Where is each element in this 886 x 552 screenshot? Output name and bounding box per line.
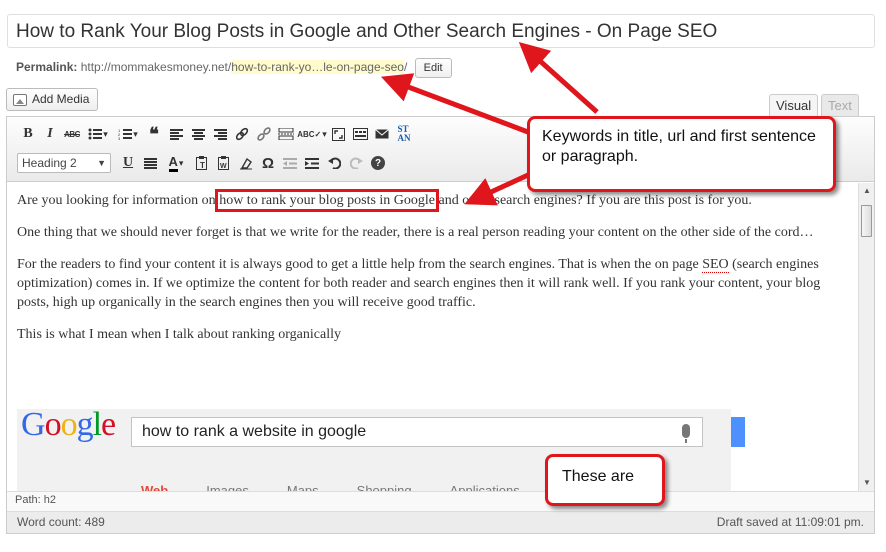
google-logo: Google [21, 408, 116, 442]
insert-more-icon[interactable] [275, 123, 297, 145]
help-icon[interactable]: ? [367, 152, 389, 174]
svg-text:T: T [200, 161, 205, 170]
permalink-label: Permalink: [16, 60, 78, 74]
content-paragraph-3: For the readers to find your content it … [17, 255, 848, 312]
google-search-box: how to rank a website in google [131, 417, 703, 447]
unlink-icon[interactable] [253, 123, 275, 145]
google-tab: Images [206, 483, 249, 491]
editor-content[interactable]: Are you looking for information on how t… [7, 183, 858, 491]
google-search-button [731, 417, 745, 447]
email-icon[interactable] [371, 123, 393, 145]
word-count: Word count: 489 [17, 515, 105, 529]
permalink-base: http://mommakesmoney.net/ [80, 60, 232, 74]
post-title-input[interactable]: How to Rank Your Blog Posts in Google an… [7, 14, 875, 48]
p3-text-before: For the readers to find your content it … [17, 257, 703, 272]
logo-letter: g [76, 406, 94, 443]
add-media-button[interactable]: Add Media [6, 88, 99, 111]
content-paragraph-1: Are you looking for information on how t… [17, 189, 848, 212]
outdent-icon[interactable] [279, 152, 301, 174]
add-media-label: Add Media [32, 92, 90, 106]
text-color-icon[interactable]: A [161, 152, 191, 174]
kitchen-sink-icon[interactable] [349, 123, 371, 145]
paste-text-icon[interactable]: T [191, 152, 213, 174]
scroll-thumb[interactable] [861, 205, 872, 237]
strikethrough-icon[interactable]: ABC [61, 123, 83, 145]
justify-icon[interactable] [139, 152, 161, 174]
format-select[interactable]: Heading 2 ▼ [17, 153, 111, 173]
element-path: Path: h2 [7, 491, 874, 511]
content-paragraph-4: This is what I mean when I talk about ra… [17, 327, 341, 342]
scroll-down-icon[interactable]: ▼ [859, 475, 875, 491]
logo-letter: e [101, 406, 116, 443]
microphone-icon [682, 424, 690, 443]
google-tabs: Web Images Maps Shopping Applications Mo [141, 481, 614, 491]
blockquote-icon[interactable]: ❝ [143, 123, 165, 145]
undo-icon[interactable] [323, 152, 345, 174]
special-character-icon[interactable]: Ω [257, 152, 279, 174]
permalink-row: Permalink: http://mommakesmoney.net/how-… [16, 58, 452, 78]
logo-letter: o [60, 406, 78, 443]
numbered-list-icon[interactable]: 123 [113, 123, 143, 145]
google-tab: Shopping [356, 483, 412, 491]
google-tab: Web [141, 483, 169, 491]
tab-visual[interactable]: Visual [769, 94, 819, 117]
bullet-list-icon[interactable] [83, 123, 113, 145]
align-center-icon[interactable] [187, 123, 209, 145]
permalink-trailing: / [403, 60, 408, 74]
logo-letter: l [92, 406, 103, 443]
underline-icon[interactable]: U [117, 152, 139, 174]
arrow-to-title [518, 41, 599, 114]
clear-formatting-icon[interactable] [235, 152, 257, 174]
paste-word-icon[interactable]: W [213, 152, 235, 174]
p1-text-after: and other search engines? If you are thi… [435, 193, 752, 208]
svg-text:3: 3 [118, 136, 121, 140]
indent-icon[interactable] [301, 152, 323, 174]
redo-icon[interactable] [345, 152, 367, 174]
spellcheck-icon[interactable]: ABC✓ [297, 123, 327, 145]
logo-letter: o [44, 406, 62, 443]
annotation-callout-these-are: These are [545, 454, 665, 506]
permalink-slug[interactable]: how-to-rank-yo…le-on-page-seo [231, 60, 404, 74]
google-query: how to rank a website in google [142, 423, 367, 440]
fullscreen-icon[interactable] [327, 123, 349, 145]
edit-permalink-button[interactable]: Edit [414, 58, 452, 78]
p1-text-before: Are you looking for information on [17, 193, 220, 208]
sta-plugin-icon[interactable]: ST AN [393, 123, 415, 145]
spellcheck-word: SEO [702, 257, 729, 273]
draft-saved-status: Draft saved at 11:09:01 pm. [716, 515, 864, 529]
logo-letter: G [21, 406, 46, 443]
italic-icon[interactable]: I [39, 123, 61, 145]
status-bar: Word count: 489 Draft saved at 11:09:01 … [7, 511, 874, 533]
align-right-icon[interactable] [209, 123, 231, 145]
bold-icon[interactable]: B [17, 123, 39, 145]
editor-scrollbar[interactable]: ▲ ▼ [858, 183, 874, 491]
sta-line-2: AN [397, 133, 411, 143]
media-icon [13, 93, 27, 106]
annotation-callout-keywords: Keywords in title, url and first sentenc… [527, 116, 836, 192]
align-left-icon[interactable] [165, 123, 187, 145]
google-tab: Applications [449, 483, 520, 491]
content-paragraph-2: One thing that we should never forget is… [17, 225, 814, 240]
keyword-highlight: how to rank your blog posts in Google [215, 189, 440, 212]
toolbar-row-1: B I ABC 123 ❝ [17, 122, 415, 146]
chevron-down-icon: ▼ [97, 158, 106, 168]
format-select-value: Heading 2 [22, 156, 77, 170]
scroll-up-icon[interactable]: ▲ [859, 183, 875, 199]
svg-text:W: W [220, 163, 227, 170]
google-tab: Maps [286, 483, 319, 491]
insert-link-icon[interactable] [231, 123, 253, 145]
tab-text[interactable]: Text [821, 94, 859, 117]
toolbar-row-2: Heading 2 ▼ U A T W Ω [17, 151, 389, 175]
